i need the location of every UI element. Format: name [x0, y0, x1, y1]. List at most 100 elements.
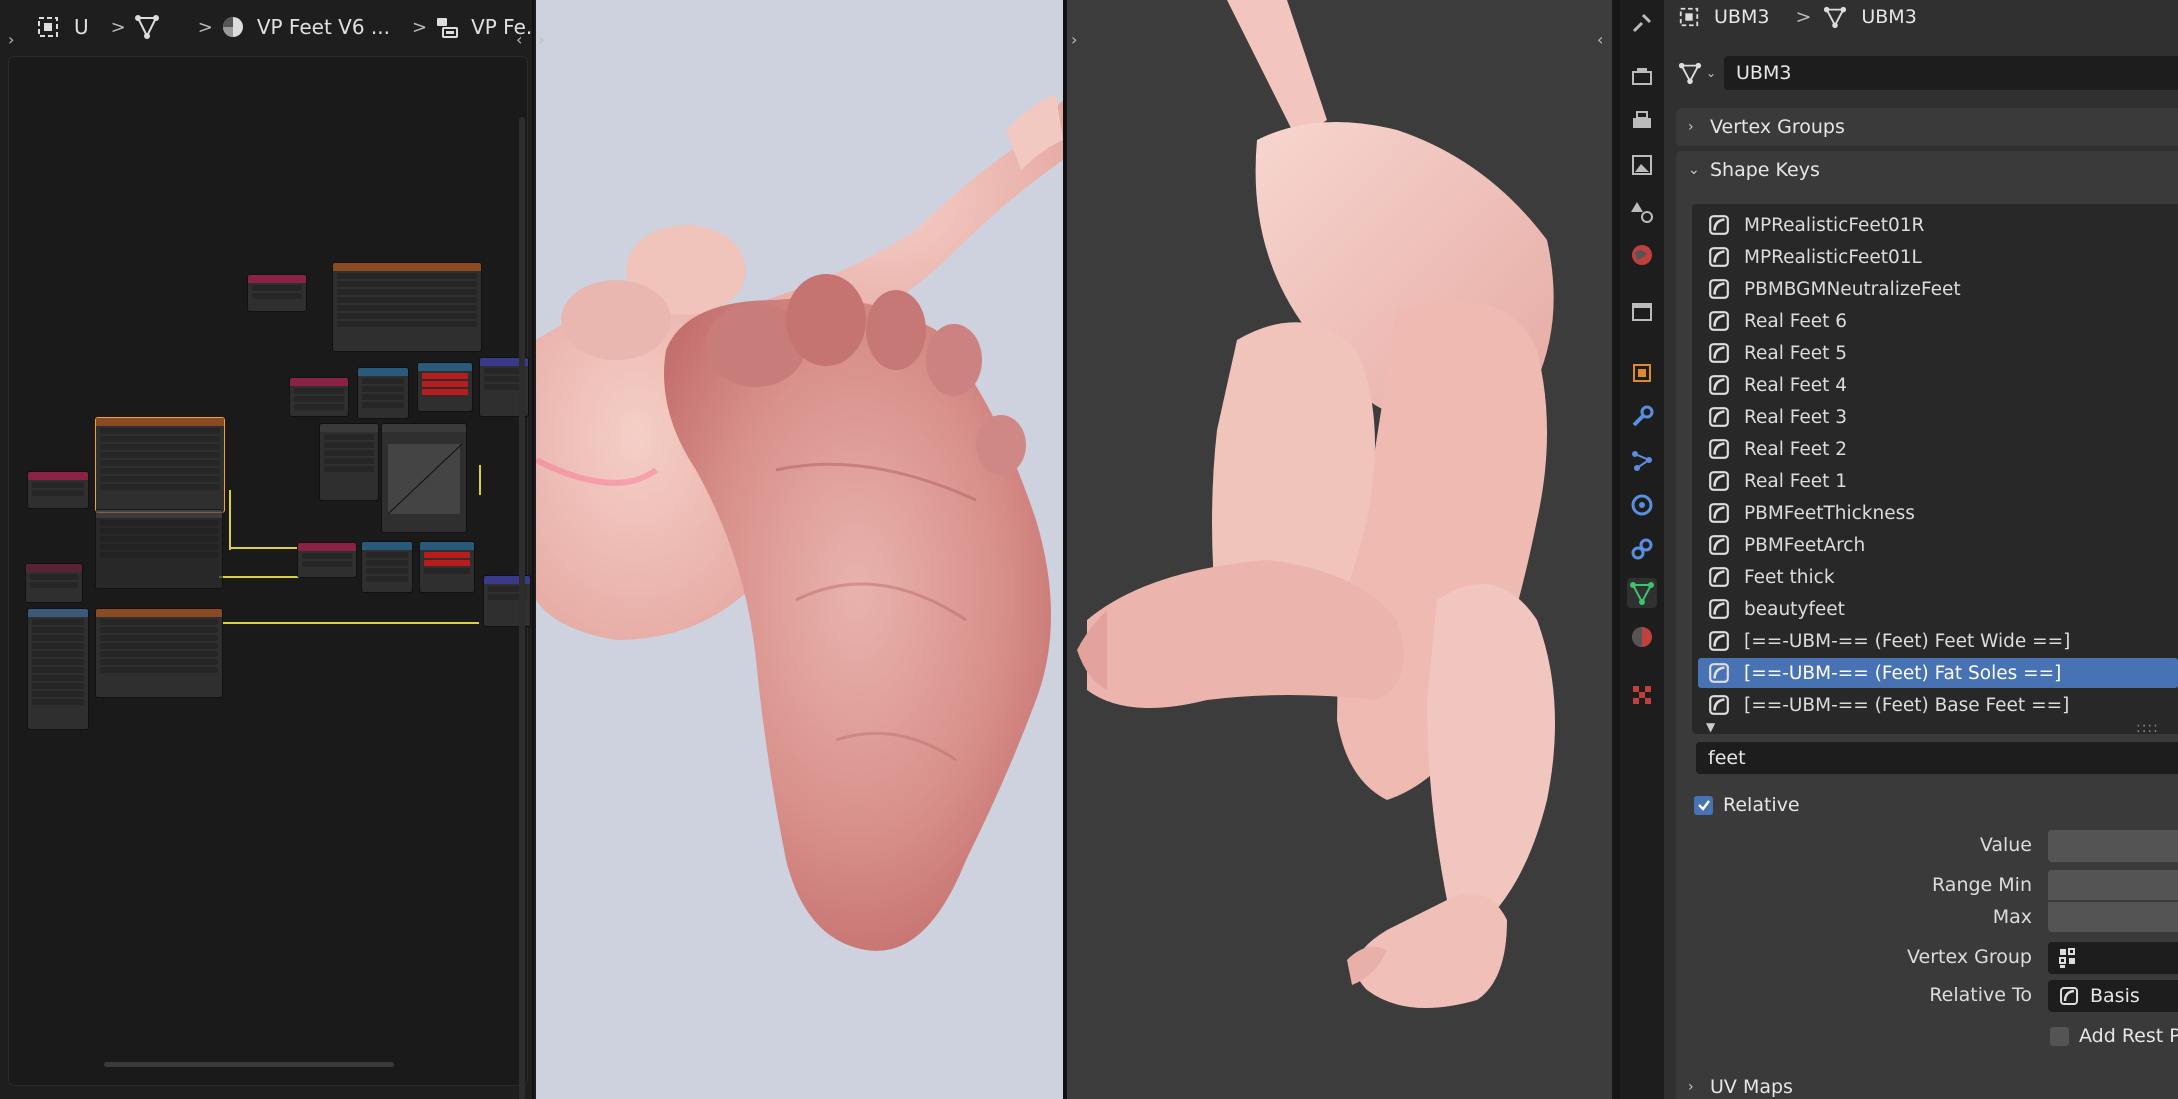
breadcrumb-object[interactable]: U [36, 15, 89, 39]
tab-modifiers[interactable] [1627, 402, 1657, 432]
uv-maps-panel[interactable]: › UV Maps [1676, 1068, 2178, 1099]
mesh-name-field[interactable]: UBM3 [1724, 56, 2178, 90]
relative-checkbox-row[interactable]: Relative [1694, 794, 1800, 816]
viewport-left[interactable]: › [536, 0, 1063, 1099]
tab-material[interactable] [1627, 622, 1657, 652]
shape-key-item[interactable]: PBMBGMNeutralizeFeet [1698, 274, 2178, 304]
blender-window: › U > > VP Feet V6 ... > VP Fe.. [0, 0, 2178, 1099]
list-filter-toggle-icon[interactable]: ▼ [1706, 720, 1715, 734]
shape-key-label: [==-UBM-== (Feet) Fat Soles ==] [1744, 662, 2062, 684]
tab-constraints[interactable] [1627, 534, 1657, 564]
tab-mesh-data[interactable] [1627, 578, 1657, 608]
shape-key-label: Real Feet 3 [1744, 406, 1848, 428]
toolbar-expand-icon[interactable]: › [8, 30, 14, 49]
tab-output[interactable] [1627, 106, 1657, 136]
shape-key-filter-input[interactable]: feet [1696, 742, 2178, 774]
shape-key-item[interactable]: PBMFeetArch [1698, 530, 2178, 560]
relative-checkbox[interactable] [1694, 795, 1713, 815]
shape-key-item[interactable]: Real Feet 3 [1698, 402, 2178, 432]
node-editor-horizontal-scrollbar[interactable] [104, 1062, 394, 1067]
checkmark-icon [1697, 800, 1710, 811]
separate-color-node[interactable] [357, 367, 409, 419]
value-slider[interactable] [2048, 830, 2178, 862]
image-texture-node-muted[interactable] [95, 509, 223, 589]
chevron-right-icon: > [197, 16, 213, 38]
sidebar-collapse-icon[interactable]: ‹ [516, 30, 522, 49]
shape-key-item[interactable]: Real Feet 2 [1698, 434, 2178, 464]
vertex-group-icon [2059, 948, 2075, 968]
mix-node[interactable] [319, 423, 379, 501]
tab-object[interactable] [1627, 358, 1657, 388]
color-attribute-node[interactable] [297, 542, 357, 578]
chevron-right-icon: > [110, 16, 126, 38]
shape-key-item[interactable]: [==-UBM-== (Feet) Fat Soles ==] [1698, 658, 2178, 688]
relative-to-field[interactable]: Basis [2048, 980, 2178, 1012]
math-node[interactable] [417, 362, 473, 412]
shape-key-item[interactable]: [==-UBM-== (Feet) Feet Wide ==] [1698, 626, 2178, 656]
properties-breadcrumb: UBM3 > UBM3 [1664, 0, 2178, 34]
shape-keys-header[interactable]: ⌄ Shape Keys [1676, 151, 2178, 189]
color-attribute-node[interactable] [289, 377, 349, 417]
vertex-group-field[interactable] [2048, 942, 2178, 974]
tab-view-layer[interactable] [1627, 150, 1657, 180]
shape-key-item[interactable]: beautyfeet [1698, 594, 2178, 624]
shape-key-label: MPRealisticFeet01R [1744, 214, 1925, 236]
image-texture-node[interactable] [95, 608, 223, 698]
shape-key-item[interactable]: Feet thick [1698, 562, 2178, 592]
shape-key-item[interactable]: MPRealisticFeet01L [1698, 242, 2178, 272]
uv-map-node[interactable] [25, 563, 83, 603]
add-rest-position-checkbox[interactable] [2050, 1026, 2069, 1046]
tab-physics[interactable] [1627, 490, 1657, 520]
breadcrumb-material[interactable]: VP Feet V6 ... [221, 15, 390, 39]
uv-map-node[interactable] [247, 274, 307, 312]
add-rest-position-row[interactable]: Add Rest Po [2050, 1025, 2178, 1047]
shape-key-icon [1708, 662, 1730, 684]
node-editor-vertical-scrollbar[interactable] [519, 117, 525, 1099]
rgb-curves-node[interactable] [381, 423, 467, 533]
range-max-field[interactable] [2048, 902, 2178, 932]
shape-key-label: [==-UBM-== (Feet) Feet Wide ==] [1744, 630, 2071, 652]
chevron-right-icon: > [1795, 6, 1812, 28]
chevron-down-icon: ⌄ [1688, 162, 1700, 178]
list-resize-grip[interactable]: :::: [2136, 720, 2159, 736]
tab-texture[interactable] [1627, 680, 1657, 710]
shape-key-item[interactable]: MPRealisticFeet01R [1698, 210, 2178, 240]
node-wire [219, 576, 309, 578]
shape-key-icon [1708, 694, 1730, 716]
shape-key-item[interactable]: Real Feet 1 [1698, 466, 2178, 496]
area-divider[interactable] [1612, 0, 1620, 1099]
separate-color-node[interactable] [361, 541, 413, 593]
tab-tool[interactable] [1627, 8, 1657, 38]
tab-particles[interactable] [1627, 446, 1657, 476]
shape-key-item[interactable]: [==-UBM-== (Feet) Base Feet ==] [1698, 690, 2178, 720]
breadcrumb-material-label: VP Feet V6 ... [256, 15, 390, 39]
image-texture-node[interactable] [332, 262, 482, 352]
mesh-browse-button[interactable]: ⌄ [1678, 61, 1716, 85]
shape-key-label: Real Feet 1 [1744, 470, 1848, 492]
vertex-groups-panel[interactable]: › Vertex Groups [1676, 108, 2178, 146]
math-node[interactable] [419, 541, 475, 593]
shape-key-label: beautyfeet [1744, 598, 1845, 620]
mapping-node[interactable] [27, 608, 89, 730]
tab-collection[interactable] [1627, 296, 1657, 326]
shape-key-item[interactable]: Real Feet 5 [1698, 338, 2178, 368]
image-texture-node-selected[interactable] [95, 417, 225, 513]
mesh-datablock-selector: ⌄ UBM3 [1678, 56, 2178, 90]
shape-key-icon [1708, 310, 1730, 332]
tab-render[interactable] [1627, 62, 1657, 92]
node-canvas[interactable] [8, 56, 531, 1099]
shape-key-icon [1708, 470, 1730, 492]
range-min-field[interactable] [2048, 870, 2178, 900]
shape-key-item[interactable]: PBMFeetThickness [1698, 498, 2178, 528]
shader-node-editor[interactable]: › U > > VP Feet V6 ... > VP Fe.. [0, 0, 534, 1099]
viewport-right[interactable]: › ‹ [1067, 0, 1612, 1099]
image-icon [1632, 155, 1652, 175]
vertex-group-label: Vertex Group [1907, 946, 2032, 968]
tab-scene[interactable] [1627, 196, 1657, 226]
shape-key-item[interactable]: Real Feet 6 [1698, 306, 2178, 336]
shape-key-label: PBMBGMNeutralizeFeet [1744, 278, 1961, 300]
shape-key-item[interactable]: Real Feet 4 [1698, 370, 2178, 400]
tab-world[interactable] [1627, 240, 1657, 270]
uv-map-node[interactable] [27, 471, 89, 509]
breadcrumb-mesh[interactable] [134, 14, 160, 40]
